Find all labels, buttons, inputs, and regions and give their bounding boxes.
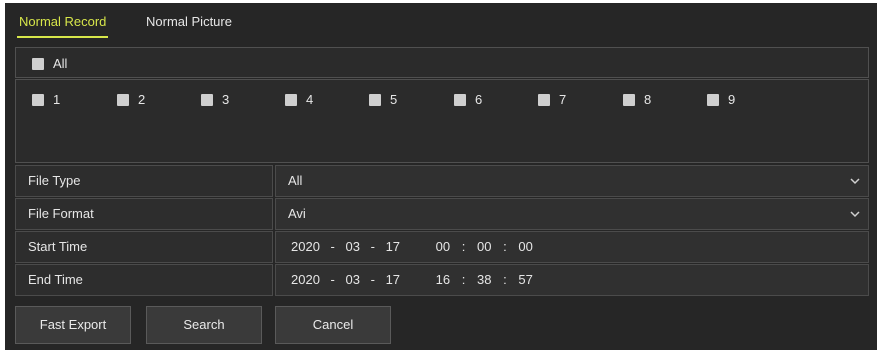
start-day[interactable]: 17 <box>386 232 400 262</box>
channel-label: 4 <box>306 92 314 107</box>
file-type-row: File Type All <box>15 165 869 197</box>
channel-label: 1 <box>53 92 61 107</box>
channel-checkbox-7[interactable]: 7 <box>538 92 566 107</box>
channel-label: 2 <box>138 92 146 107</box>
start-time-field[interactable]: 2020 - 03 - 17 00 : 00 : 00 <box>275 231 869 263</box>
channel-label: 6 <box>475 92 483 107</box>
file-type-value: All <box>288 173 303 188</box>
file-format-value: Avi <box>288 206 306 221</box>
file-type-select[interactable]: All <box>275 165 869 197</box>
checkbox-square <box>32 57 44 70</box>
channel-checkbox-2[interactable]: 2 <box>117 92 145 107</box>
file-type-label: File Type <box>15 165 273 197</box>
end-day[interactable]: 17 <box>386 265 400 295</box>
end-time-row: End Time 2020 - 03 - 17 16 : 38 : 57 <box>15 264 869 296</box>
chevron-down-icon <box>850 178 860 185</box>
channel-label: 8 <box>644 92 652 107</box>
start-year[interactable]: 2020 <box>291 232 320 262</box>
tab-normal-picture[interactable]: Normal Picture <box>146 14 232 29</box>
tab-bar: Normal Record Normal Picture <box>5 3 877 43</box>
channel-label: 5 <box>390 92 398 107</box>
start-time-row: Start Time 2020 - 03 - 17 00 : 00 : 00 <box>15 231 869 263</box>
channel-label: 3 <box>222 92 230 107</box>
channel-checkbox-3[interactable]: 3 <box>201 92 229 107</box>
checkbox-square <box>369 93 381 106</box>
end-time-label: End Time <box>15 264 273 296</box>
channel-checkbox-6[interactable]: 6 <box>454 92 482 107</box>
start-time-label: Start Time <box>15 231 273 263</box>
checkbox-square <box>117 93 129 106</box>
chevron-down-icon <box>850 211 860 218</box>
time-separator: : <box>461 272 466 287</box>
start-second[interactable]: 00 <box>518 232 532 262</box>
end-second[interactable]: 57 <box>518 265 532 295</box>
date-separator: - <box>330 272 335 287</box>
fast-export-button[interactable]: Fast Export <box>15 306 131 344</box>
date-separator: - <box>370 239 375 254</box>
start-month[interactable]: 03 <box>346 232 360 262</box>
time-separator: : <box>503 272 507 287</box>
file-format-label: File Format <box>15 198 273 230</box>
channel-checkbox-4[interactable]: 4 <box>285 92 313 107</box>
channel-checkbox-area: 1 2 3 4 5 6 7 8 9 <box>15 79 869 163</box>
channel-checkbox-9[interactable]: 9 <box>707 92 735 107</box>
end-hour[interactable]: 16 <box>436 265 450 295</box>
search-button[interactable]: Search <box>146 306 262 344</box>
end-time-field[interactable]: 2020 - 03 - 17 16 : 38 : 57 <box>275 264 869 296</box>
time-separator: : <box>503 239 507 254</box>
time-separator: : <box>461 239 466 254</box>
all-checkbox-label: All <box>53 56 68 71</box>
channel-label: 9 <box>728 92 736 107</box>
all-checkbox[interactable]: All <box>32 56 67 71</box>
checkbox-square <box>32 93 44 106</box>
cancel-button[interactable]: Cancel <box>275 306 391 344</box>
checkbox-square <box>285 93 297 106</box>
file-format-select[interactable]: Avi <box>275 198 869 230</box>
channel-checkbox-8[interactable]: 8 <box>623 92 651 107</box>
checkbox-square <box>707 93 719 106</box>
date-separator: - <box>330 239 335 254</box>
file-format-row: File Format Avi <box>15 198 869 230</box>
end-minute[interactable]: 38 <box>477 265 491 295</box>
end-month[interactable]: 03 <box>346 265 360 295</box>
channel-checkbox-5[interactable]: 5 <box>369 92 397 107</box>
channel-label: 7 <box>559 92 567 107</box>
all-channels-row: All <box>15 47 869 78</box>
checkbox-square <box>454 93 466 106</box>
start-hour[interactable]: 00 <box>436 232 450 262</box>
start-minute[interactable]: 00 <box>477 232 491 262</box>
checkbox-square <box>201 93 213 106</box>
checkbox-square <box>623 93 635 106</box>
checkbox-square <box>538 93 550 106</box>
search-panel: Normal Record Normal Picture All 1 2 3 4… <box>5 3 877 350</box>
date-separator: - <box>370 272 375 287</box>
tab-normal-record[interactable]: Normal Record <box>16 14 109 38</box>
end-year[interactable]: 2020 <box>291 265 320 295</box>
channel-checkbox-1[interactable]: 1 <box>32 92 60 107</box>
